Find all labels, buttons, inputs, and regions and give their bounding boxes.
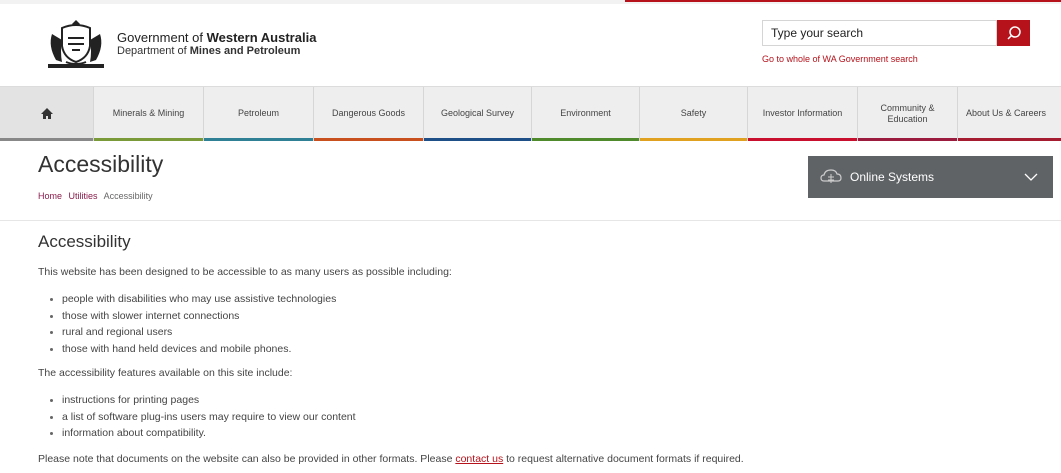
formats-note: Please note that documents on the websit… — [38, 453, 744, 465]
list-item: instructions for printing pages — [48, 392, 356, 409]
nav-color-bar — [640, 138, 747, 141]
list-item: information about compatibility. — [48, 425, 356, 442]
nav-color-bar — [424, 138, 531, 141]
online-systems-dropdown[interactable]: Online Systems — [808, 156, 1053, 198]
nav-color-bar — [748, 138, 857, 141]
search-button[interactable] — [997, 20, 1030, 46]
government-title: Government of Western Australia — [117, 30, 316, 45]
home-icon — [40, 108, 53, 119]
contact-us-link[interactable]: contact us — [455, 453, 503, 465]
site-header: Government of Western Australia Departme… — [0, 4, 1061, 84]
nav-minerals-mining[interactable]: Minerals & Mining — [94, 87, 204, 141]
nav-environment[interactable]: Environment — [532, 87, 640, 141]
dept-prefix: Department of — [117, 45, 190, 57]
nav-label: Safety — [680, 108, 707, 118]
gov-prefix: Government of — [117, 30, 207, 45]
nav-label: About Us & Careers — [966, 108, 1047, 118]
chevron-down-icon — [1024, 173, 1038, 181]
online-systems-label: Online Systems — [850, 170, 935, 184]
nav-color-bar — [532, 138, 639, 141]
list-item: people with disabilities who may use ass… — [48, 291, 336, 308]
nav-label: Investor Information — [762, 108, 843, 118]
nav-petroleum[interactable]: Petroleum — [204, 87, 314, 141]
search-input[interactable] — [763, 21, 1004, 45]
nav-about-us-careers[interactable]: About Us & Careers — [958, 87, 1061, 141]
list-item: those with hand held devices and mobile … — [48, 341, 336, 358]
note-text-before: Please note that documents on the websit… — [38, 453, 456, 465]
list-item: a list of software plug-ins users may re… — [48, 409, 356, 426]
nav-label: Geological Survey — [440, 108, 515, 118]
nav-dangerous-goods[interactable]: Dangerous Goods — [314, 87, 424, 141]
features-list: instructions for printing pages a list o… — [48, 392, 356, 442]
breadcrumb: Home Utilities Accessibility — [38, 191, 153, 201]
nav-community-education[interactable]: Community & Education — [858, 87, 958, 141]
online-systems-icon — [820, 169, 842, 183]
nav-color-bar — [94, 138, 203, 141]
features-intro-paragraph: The accessibility features available on … — [38, 367, 293, 379]
list-item: rural and regional users — [48, 324, 336, 341]
whole-gov-search-link[interactable]: Go to whole of WA Government search — [762, 54, 918, 64]
department-title: Department of Mines and Petroleum — [117, 45, 300, 57]
users-list: people with disabilities who may use ass… — [48, 291, 336, 357]
top-accent-line — [625, 0, 1061, 2]
nav-color-bar — [858, 138, 957, 141]
nav-label: Minerals & Mining — [112, 108, 185, 118]
nav-investor-information[interactable]: Investor Information — [748, 87, 858, 141]
content-divider — [0, 220, 1061, 221]
intro-paragraph: This website has been designed to be acc… — [38, 266, 452, 278]
nav-color-bar — [958, 138, 1061, 141]
nav-label: Community & Education — [880, 102, 935, 124]
search-box — [762, 20, 1004, 46]
gov-bold: Western Australia — [206, 30, 317, 45]
main-nav: Minerals & Mining Petroleum Dangerous Go… — [0, 86, 1061, 141]
content-heading: Accessibility — [38, 232, 131, 251]
page-title: Accessibility — [38, 151, 164, 177]
breadcrumb-home[interactable]: Home — [38, 191, 62, 201]
dept-bold: Mines and Petroleum — [189, 45, 301, 57]
nav-safety[interactable]: Safety — [640, 87, 748, 141]
breadcrumb-current: Accessibility — [103, 191, 153, 201]
nav-color-bar — [204, 138, 313, 141]
breadcrumb-utilities[interactable]: Utilities — [69, 191, 98, 201]
wa-crest-logo[interactable] — [46, 18, 106, 70]
nav-home-bar — [0, 138, 93, 141]
nav-color-bar — [314, 138, 423, 141]
note-text-after: to request alternative document formats … — [503, 453, 744, 465]
nav-home[interactable] — [0, 87, 94, 141]
list-item: those with slower internet connections — [48, 308, 336, 325]
nav-geological-survey[interactable]: Geological Survey — [424, 87, 532, 141]
nav-label: Dangerous Goods — [331, 108, 406, 118]
nav-label: Petroleum — [237, 108, 280, 118]
search-icon — [1006, 26, 1021, 40]
nav-label: Environment — [560, 108, 611, 118]
